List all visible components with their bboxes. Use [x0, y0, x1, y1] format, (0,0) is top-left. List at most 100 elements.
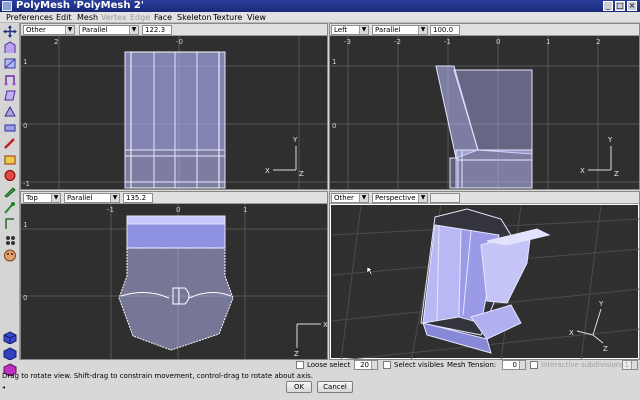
y-tick-label: 0	[23, 294, 27, 302]
rotate-tool-icon[interactable]	[3, 73, 17, 86]
viewport-controls: Left ▼ Parallel ▼ 100.0	[330, 24, 639, 36]
view-select[interactable]: Left ▼	[331, 25, 369, 35]
scale-field[interactable]: 135.2	[123, 193, 153, 203]
minimize-button[interactable]: _	[603, 1, 613, 11]
menu-view[interactable]: View	[247, 12, 266, 23]
projection-select[interactable]: Parallel ▼	[372, 25, 428, 35]
loose-select-spinner[interactable]: 20	[354, 360, 378, 370]
viewport-top-left: Other ▼ Parallel ▼ 122.3 2 -0 1 0 -1 Y X…	[20, 23, 328, 190]
scale-tool-icon[interactable]	[3, 57, 17, 70]
tool-palette	[0, 23, 20, 376]
close-button[interactable]: ×	[627, 1, 637, 11]
axis-label-y: Y	[292, 136, 298, 144]
color-tool-icon[interactable]	[3, 169, 17, 182]
y-tick-label: 0	[23, 122, 27, 130]
mesh-3d-view	[420, 208, 551, 354]
menu-bar: Preferences Edit Mesh Vertex Edge Face S…	[0, 12, 640, 23]
axis-label-x: X	[265, 167, 270, 175]
x-tick-label: 2	[596, 38, 600, 46]
axis-label-x: X	[323, 321, 327, 329]
viewport-controls: Other ▼ Perspective ▼	[330, 192, 639, 204]
x-tick-label: 0	[176, 206, 180, 214]
menu-edit[interactable]: Edit	[56, 12, 72, 23]
pencil-tool-icon[interactable]	[3, 185, 17, 198]
bevel-tool-icon[interactable]	[3, 41, 17, 54]
projection-select[interactable]: Perspective ▼	[372, 193, 428, 203]
menu-texture[interactable]: Texture	[213, 12, 242, 23]
brush-tool-icon[interactable]	[3, 201, 17, 214]
axis-label-x: X	[580, 167, 585, 175]
interactive-subdivisions-checkbox[interactable]	[530, 361, 538, 369]
status-message: Drag to rotate view. Shift-drag to const…	[2, 372, 314, 380]
viewport-bottom-right: Other ▼ Perspective ▼ Y X Z	[329, 191, 640, 360]
eraser-tool-icon[interactable]	[3, 153, 17, 166]
x-tick-label: 0	[496, 38, 500, 46]
x-tick-label: 1	[243, 206, 247, 214]
select-visibles-checkbox[interactable]	[383, 361, 391, 369]
viewport-canvas[interactable]: 2 -0 1 0 -1 Y X Z	[21, 36, 327, 189]
interactive-subdivisions-spinner: 1	[622, 360, 638, 370]
menu-preferences[interactable]: Preferences	[6, 12, 53, 23]
x-tick-label: -0	[176, 38, 183, 46]
select-visibles-label: Select visibles	[394, 361, 444, 369]
resize-handle-icon[interactable]: ◂	[2, 384, 8, 391]
viewport-top-right: Left ▼ Parallel ▼ 100.0 -3 -2 -1 0 1 2 1 0	[329, 23, 640, 190]
ok-button[interactable]: OK	[286, 381, 312, 393]
y-tick-label: -1	[23, 180, 30, 188]
x-tick-label: 1	[546, 38, 550, 46]
scale-field[interactable]: 100.0	[430, 25, 460, 35]
view-select[interactable]: Other ▼	[23, 25, 75, 35]
thicken-tool-icon[interactable]	[3, 121, 17, 134]
projection-select[interactable]: Parallel ▼	[79, 25, 139, 35]
skew-tool-icon[interactable]	[3, 89, 17, 102]
app-icon	[2, 1, 12, 11]
projection-select[interactable]: Parallel ▼	[64, 193, 120, 203]
cube-view-icon[interactable]	[3, 331, 17, 344]
axis-label-z: Z	[603, 345, 608, 353]
viewport-bottom-left: Top ▼ Parallel ▼ 135.2 -1 0 1 1 0 Z	[20, 191, 328, 360]
viewport-canvas[interactable]: -3 -2 -1 0 1 2 1 0 Y X Z	[330, 36, 639, 189]
loose-select-checkbox[interactable]	[296, 361, 304, 369]
move-tool-icon[interactable]	[3, 25, 17, 38]
taper-tool-icon[interactable]	[3, 105, 17, 118]
menu-skeleton[interactable]: Skeleton	[177, 12, 212, 23]
view-select[interactable]: Top ▼	[23, 193, 61, 203]
x-tick-label: -1	[444, 38, 451, 46]
axis-gizmo	[296, 323, 321, 348]
menu-mesh[interactable]: Mesh	[77, 12, 98, 23]
axis-label-x: X	[569, 329, 574, 337]
viewport-canvas[interactable]: Y X Z	[330, 204, 639, 359]
mesh-side-view	[435, 65, 533, 189]
view-select[interactable]: Other ▼	[331, 193, 369, 203]
menu-vertex[interactable]: Vertex	[101, 12, 127, 23]
mesh-tension-spinner[interactable]: 0	[502, 360, 526, 370]
menu-face[interactable]: Face	[154, 12, 172, 23]
axis-gizmo	[588, 146, 612, 171]
axis-gizmo	[576, 308, 604, 344]
mesh-tension-label: Mesh Tension:	[447, 361, 497, 369]
axis-label-z: Z	[294, 350, 299, 358]
menu-edge[interactable]: Edge	[130, 12, 150, 23]
spiral-tool-icon[interactable]	[3, 217, 17, 230]
scale-field[interactable]: 122.3	[142, 25, 172, 35]
loose-select-label: Loose select	[307, 361, 351, 369]
mouse-cursor-icon	[366, 266, 374, 276]
maximize-button[interactable]: □	[615, 1, 625, 11]
mesh-front-view	[124, 51, 226, 189]
x-tick-label: -1	[107, 206, 114, 214]
axis-label-y: Y	[607, 136, 613, 144]
selection-options-bar: Loose select 20 Select visibles Mesh Ten…	[20, 360, 640, 371]
y-tick-label: 1	[23, 221, 27, 229]
mesh-top-view	[118, 215, 234, 351]
cube-shaded-icon[interactable]	[3, 347, 17, 360]
interactive-subdivisions-label: Interactive subdivisions	[541, 361, 624, 369]
cancel-button[interactable]: Cancel	[317, 381, 353, 393]
x-tick-label: 2	[54, 38, 58, 46]
viewport-canvas[interactable]: -1 0 1 1 0 X Z	[21, 204, 327, 359]
x-tick-label: -3	[344, 38, 351, 46]
y-tick-label: 1	[23, 58, 27, 66]
camera-move-icon[interactable]	[3, 233, 17, 246]
title-bar: PolyMesh 'PolyMesh 2' _ □ ×	[0, 0, 640, 12]
camera-rotate-icon[interactable]	[3, 249, 17, 262]
pick-tool-icon[interactable]	[3, 137, 17, 150]
